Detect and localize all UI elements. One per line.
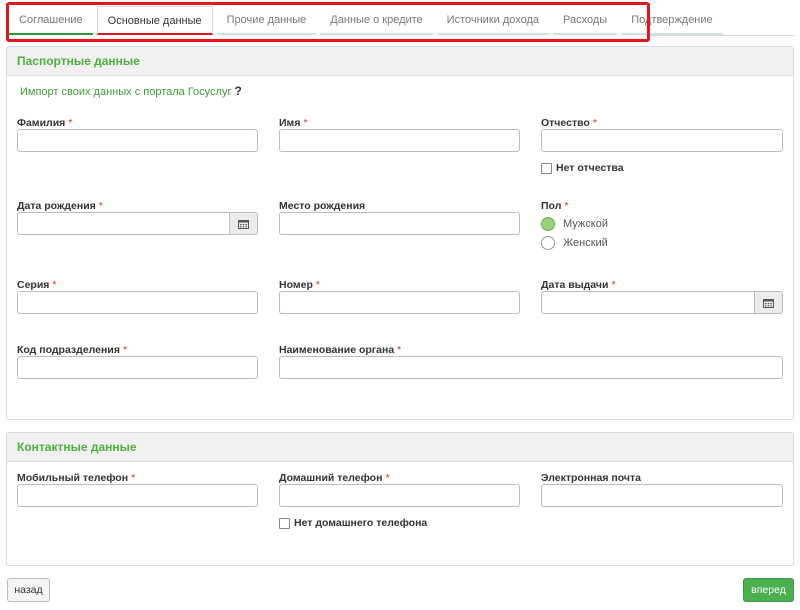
patronymic-label: Отчество * [541,117,597,129]
series-label: Серия * [17,279,57,291]
no-home-phone-checkbox[interactable]: Нет домашнего телефона [279,517,427,529]
passport-panel-title: Паспортные данные [7,47,793,76]
mobile-label: Мобильный телефон * [17,472,136,484]
authority-input[interactable] [279,356,783,379]
surname-label: Фамилия * [17,117,73,129]
help-icon[interactable]: ? [234,84,241,98]
birth-date-picker [17,212,258,235]
no-patronymic-checkbox[interactable]: Нет отчества [541,162,624,174]
name-label: Имя * [279,117,308,129]
checkbox-icon[interactable] [279,517,290,529]
contacts-panel-title: Контактные данные [7,433,793,462]
name-input[interactable] [279,129,520,152]
birth-place-label: Место рождения [279,200,366,212]
calendar-icon[interactable] [229,212,258,235]
calendar-icon[interactable] [754,291,783,314]
gosuslugi-import: Импорт своих данных с портала Госуслуг? [20,84,242,98]
series-input[interactable] [17,291,258,314]
issue-date-label: Дата выдачи * [541,279,616,291]
home-phone-label: Домашний телефон * [279,472,390,484]
birth-place-input[interactable] [279,212,520,235]
birth-date-input[interactable] [17,212,229,235]
number-label: Номер * [279,279,320,291]
issue-date-picker [541,291,783,314]
gender-label: Пол * [541,200,569,212]
back-button[interactable]: назад [7,578,50,602]
radio-selected-icon[interactable] [541,217,555,231]
tabs-divider [650,35,794,36]
email-input[interactable] [541,484,783,507]
mobile-input[interactable] [17,484,258,507]
email-label: Электронная почта [541,472,641,484]
next-button[interactable]: вперед [743,578,794,602]
authority-label: Наименование органа * [279,344,402,356]
issue-date-input[interactable] [541,291,754,314]
radio-unselected-icon[interactable] [541,236,555,250]
gender-male-radio[interactable]: Мужской [541,217,608,231]
checkbox-icon[interactable] [541,162,552,174]
patronymic-input[interactable] [541,129,783,152]
dept-code-input[interactable] [17,356,258,379]
birth-date-label: Дата рождения * [17,200,103,212]
tabs-highlight-frame [6,2,650,42]
gender-female-radio[interactable]: Женский [541,236,608,250]
number-input[interactable] [279,291,520,314]
surname-input[interactable] [17,129,258,152]
gosuslugi-import-link[interactable]: Импорт своих данных с портала Госуслуг [20,86,231,98]
dept-code-label: Код подразделения * [17,344,128,356]
home-phone-input[interactable] [279,484,520,507]
